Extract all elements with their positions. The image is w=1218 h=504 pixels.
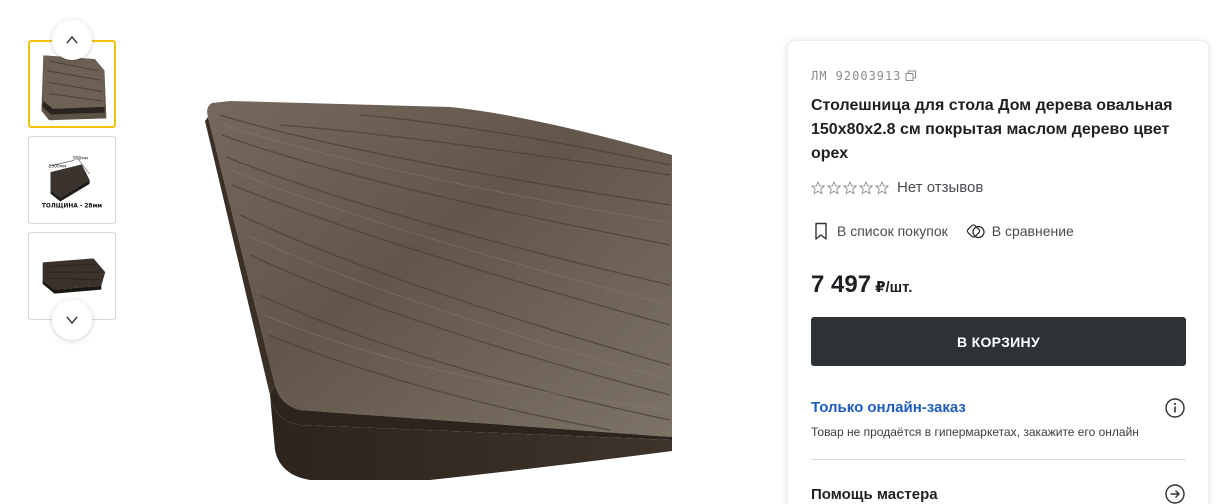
chevron-up-icon [66, 35, 78, 44]
copy-icon[interactable] [905, 70, 917, 82]
price-unit: ₽/шт. [875, 279, 913, 296]
product-info-card: ЛМ 92003913 Столешница для стола Дом дер… [787, 40, 1209, 504]
tabletop-image [205, 101, 672, 480]
bookmark-icon [815, 222, 827, 240]
gallery-next-button[interactable] [52, 300, 92, 340]
online-only-description: Товар не продаётся в гипермаркетах, зака… [811, 425, 1139, 439]
star-empty-icon [811, 180, 825, 195]
product-actions: В список покупок В сравнение [811, 221, 1092, 241]
thumb-dims-width: 1500мм [49, 163, 67, 169]
online-only-notice: Только онлайн-заказ Товар не продаётся в… [811, 397, 1186, 439]
product-title: Столешница для стола Дом дерева овальная… [811, 97, 1173, 162]
star-empty-icon [843, 180, 857, 195]
reviews-count[interactable]: Нет отзывов [897, 179, 983, 196]
price-value: 7 497 [811, 271, 872, 298]
add-to-shopping-list-button[interactable]: В список покупок [811, 221, 948, 241]
product-price: 7 497 ₽/шт. [811, 271, 912, 299]
main-product-image [150, 95, 675, 504]
add-to-cart-button[interactable]: В КОРЗИНУ [811, 317, 1186, 366]
master-help-title: Помощь мастера [811, 485, 938, 503]
thumb-thickness-caption: ТОЛЩИНА - 28мм [42, 203, 102, 209]
shopping-list-label: В список покупок [837, 223, 948, 239]
add-to-compare-button[interactable]: В сравнение [966, 221, 1074, 241]
sku-text: ЛМ 92003913 [811, 69, 902, 83]
star-empty-icon [827, 180, 841, 195]
product-sku: ЛМ 92003913 [811, 69, 917, 83]
tabletop-dimensions-thumbnail: 1500мм 800мм ТОЛЩИНА - 28мм [42, 155, 102, 209]
thumbnail-2[interactable]: 1500мм 800мм ТОЛЩИНА - 28мм [28, 136, 116, 224]
section-divider [811, 459, 1186, 460]
arrow-right-circle-icon [1165, 484, 1185, 504]
star-empty-icon [859, 180, 873, 195]
info-icon[interactable] [1164, 397, 1186, 419]
product-rating[interactable]: Нет отзывов [811, 179, 983, 196]
gallery-prev-button[interactable] [52, 20, 92, 60]
star-empty-icon [875, 180, 889, 195]
compare-label: В сравнение [991, 223, 1074, 239]
online-only-title: Только онлайн-заказ [811, 399, 966, 416]
compare-icon [966, 224, 985, 239]
thumb-dims-depth: 800мм [73, 155, 88, 161]
master-help-link[interactable]: Помощь мастера [811, 483, 1186, 504]
chevron-down-icon [66, 316, 78, 325]
rating-stars [811, 180, 889, 195]
